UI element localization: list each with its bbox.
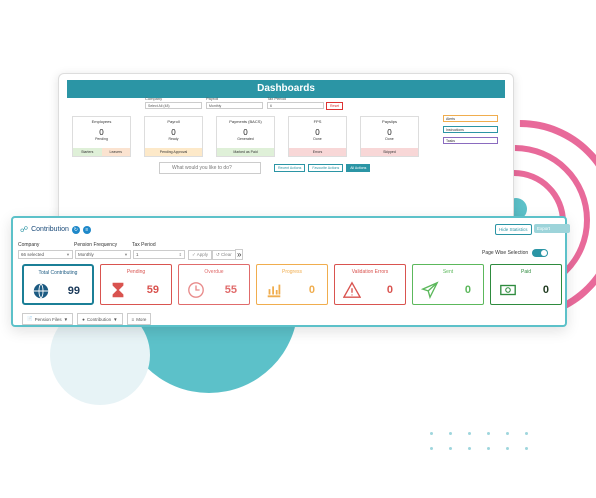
contribution-icon: ☍ <box>20 225 29 234</box>
card-pending[interactable]: Pending 59 <box>100 264 172 305</box>
card-paid[interactable]: Paid 0 <box>490 264 562 305</box>
warning-icon <box>343 281 361 298</box>
filter-payroll[interactable]: Payroll Monthly <box>206 96 263 109</box>
chevron-down-icon: ▼ <box>124 252 128 257</box>
card-progress[interactable]: Progress 0 <box>256 264 328 305</box>
card-sent[interactable]: Sent 0 <box>412 264 484 305</box>
side-item-instructions[interactable]: Instructions <box>443 126 498 133</box>
hide-statistics-button[interactable]: Hide Statistics <box>495 224 532 235</box>
card-total-contributing[interactable]: Total Contributing 99 <box>22 264 94 305</box>
chevron-down-icon: ▼ <box>66 252 70 257</box>
page-wise-selection: Page Wise Selection <box>482 249 549 257</box>
export-button[interactable]: Export <box>534 224 570 233</box>
page-wise-toggle[interactable] <box>532 249 549 257</box>
filter-company[interactable]: Company Select All (48) <box>145 96 202 109</box>
pension-files-button[interactable]: 📄 Pension Files ▼ <box>22 313 74 325</box>
frequency-label: Pension Frequency <box>74 242 118 248</box>
hourglass-icon <box>112 282 124 298</box>
filter-labels: Company Pension Frequency Tax Period <box>18 242 190 248</box>
card-payments[interactable]: Payments (BACS) 0 Generated Marked as Pa… <box>216 116 275 157</box>
card-employees[interactable]: Employees 0 Pending Starters Leavers <box>72 116 131 157</box>
decor-dots <box>430 432 533 450</box>
side-list: Alerts Instructions Tasks <box>443 115 498 148</box>
send-icon <box>421 281 439 299</box>
ask-input[interactable]: What would you like to do? <box>159 162 261 174</box>
card-overdue[interactable]: Overdue 55 <box>178 264 250 305</box>
recent-actions-button[interactable]: Recent Actions <box>274 164 306 172</box>
contribution-panel: ☍ Contribution ↻ ≡ Hide Statistics Expor… <box>11 216 570 327</box>
more-button[interactable]: ≡ More <box>126 313 152 325</box>
filter-tax-period[interactable]: Tax Period 6 <box>267 96 324 109</box>
panel-header: ☍ Contribution ↻ ≡ <box>20 225 91 234</box>
stepper-icon: ⇕ <box>178 252 182 257</box>
chevron-down-icon: ▼ <box>63 316 69 322</box>
stat-cards: Total Contributing 99 Pending 59 Overdue… <box>22 264 562 305</box>
dashboard-cards: Employees 0 Pending Starters Leavers Payr… <box>72 116 419 157</box>
refresh-icon[interactable]: ↻ <box>71 225 80 234</box>
panel-title: Contribution <box>31 226 69 233</box>
coins-icon: ● <box>82 316 85 322</box>
clock-icon <box>188 282 204 298</box>
bottom-actions: 📄 Pension Files ▼ ● Contribution ▼ ≡ More <box>22 313 152 325</box>
list-icon[interactable]: ≡ <box>82 225 91 234</box>
check-icon: ✓ <box>192 252 196 257</box>
card-validation-errors[interactable]: Validation Errors 0 <box>334 264 406 305</box>
apply-button[interactable]: ✓ Apply <box>188 250 213 260</box>
more-icon: ≡ <box>131 316 135 322</box>
file-icon: 📄 <box>27 316 33 321</box>
card-fps[interactable]: FPS 0 Done Errors <box>288 116 347 157</box>
dashboard-filters: Company Select All (48) Payroll Monthly Ta… <box>145 96 324 109</box>
period-label: Tax Period <box>132 242 156 248</box>
action-buttons: Recent Actions Favourite Actions All Act… <box>274 164 371 172</box>
clear-button[interactable]: ↺ Clear <box>212 250 236 260</box>
all-actions-button[interactable]: All Actions <box>346 164 371 172</box>
chevron-down-icon: ▼ <box>113 316 118 322</box>
card-payslips[interactable]: Payslips 0 Done Skipped <box>360 116 419 157</box>
favourite-actions-button[interactable]: Favourite Actions <box>308 164 344 172</box>
undo-icon: ↺ <box>216 252 220 257</box>
side-item-tasks[interactable]: Tasks <box>443 137 498 144</box>
company-label: Company <box>18 242 40 248</box>
period-select[interactable]: 1 ⇕ <box>133 250 185 259</box>
globe-icon <box>33 283 49 299</box>
card-payroll[interactable]: Payroll 0 Ready Pending Approval <box>144 116 203 157</box>
bar-chart-icon <box>267 284 281 298</box>
banknote-icon <box>500 284 516 296</box>
side-item-alerts[interactable]: Alerts <box>443 115 498 122</box>
reset-button[interactable]: Reset <box>326 102 344 110</box>
company-select[interactable]: 66 selected ▼ <box>18 250 73 259</box>
frequency-select[interactable]: Monthly ▼ <box>75 250 131 259</box>
next-button[interactable]: » <box>235 249 244 260</box>
contribution-button[interactable]: ● Contribution ▼ <box>77 313 123 325</box>
